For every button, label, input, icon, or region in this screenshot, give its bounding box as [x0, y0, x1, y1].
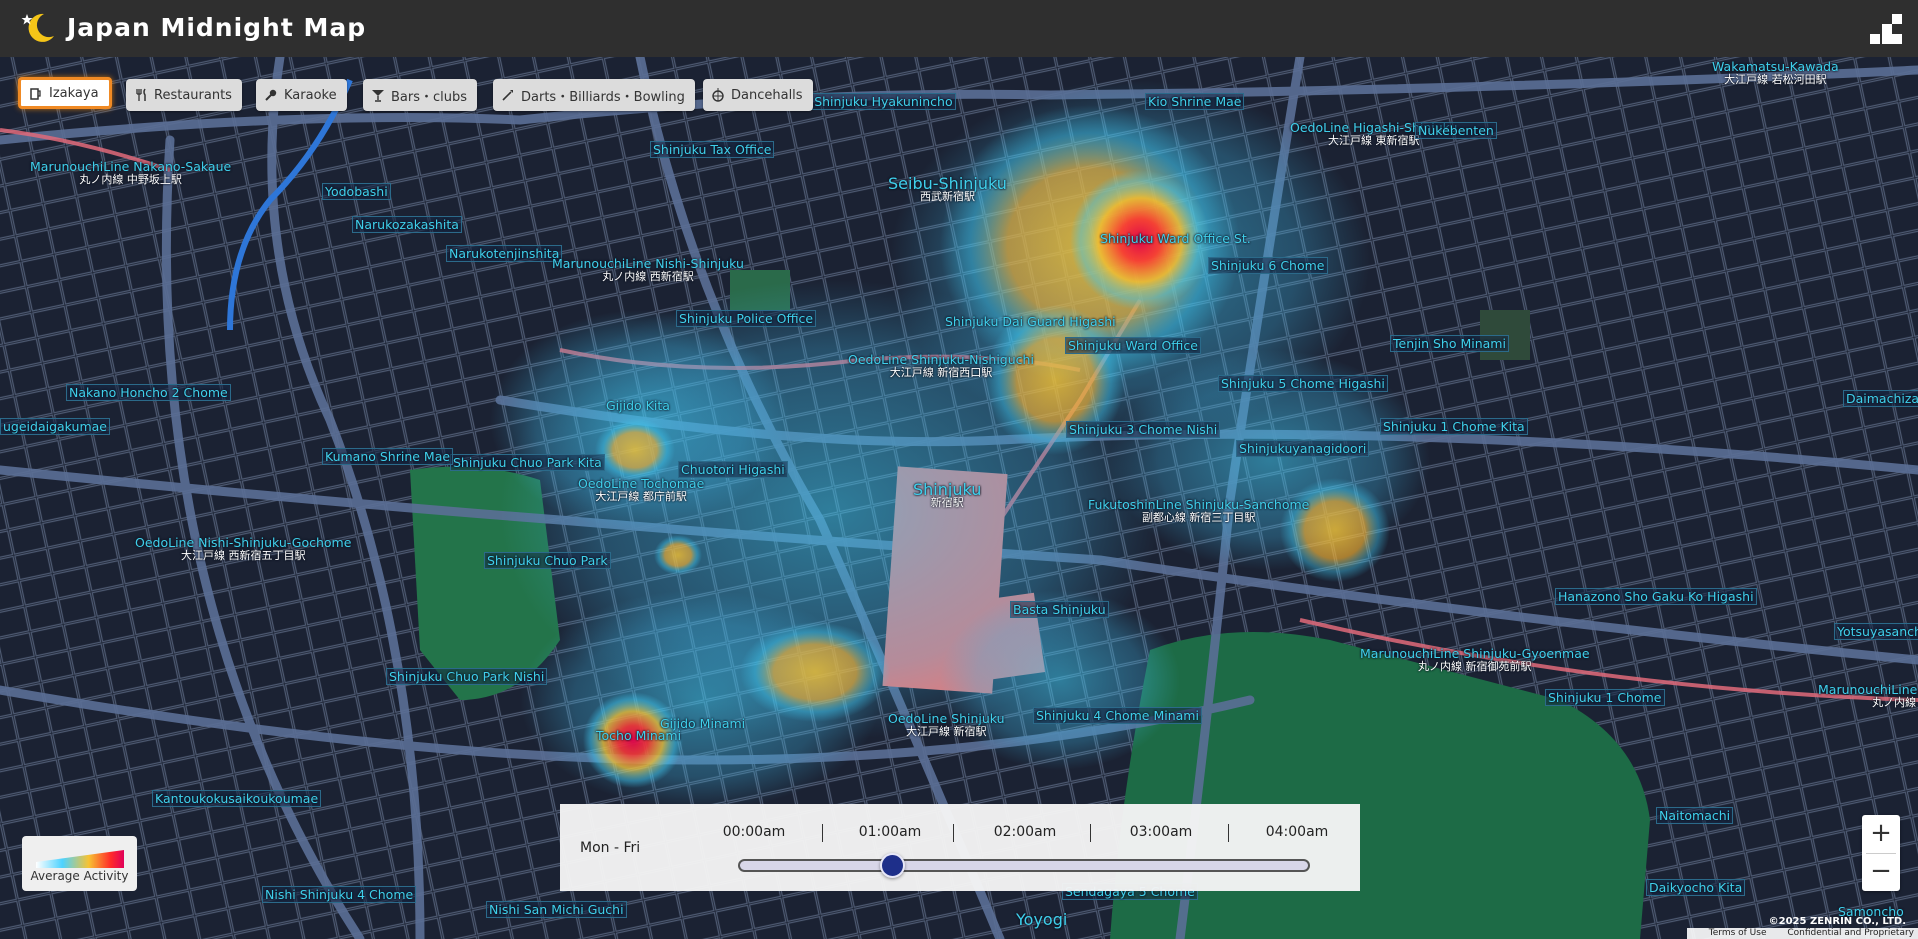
time-slider-thumb[interactable] [879, 853, 905, 878]
zoom-out-button[interactable]: − [1862, 853, 1900, 891]
time-tick: 00:00am [722, 824, 786, 840]
map-label-3-chome-nishi: Shinjuku 3 Chome Nishi [1066, 421, 1221, 438]
map-label-daimachizaka: Daimachizaka [1843, 390, 1918, 407]
map-label-ward-office: Shinjuku Ward Office [1065, 337, 1201, 354]
filter-dancehalls[interactable]: Dancehalls [703, 79, 813, 111]
filter-dancehalls-label: Dancehalls [731, 87, 803, 103]
map-label-yotsuya-sanchome: MarunouchiLine Yotsuya-Sanchome丸ノ内線 四谷三丁… [1818, 682, 1918, 709]
dart-icon [502, 90, 513, 101]
map-label-shinjuku-station: Shinjuku 新宿駅 [913, 480, 982, 510]
map-label-4-chome-minami: Shinjuku 4 Chome Minami [1033, 707, 1202, 724]
time-tick: 04:00am [1265, 824, 1329, 840]
map-label-kumano-shrine-mae: Kumano Shrine Mae [322, 448, 454, 465]
tick-separator [1228, 824, 1229, 842]
map-label-tochomae: OedoLine Tochomae 大江戸線 都庁前駅 [578, 476, 705, 503]
map-label-shinjuku-nishiguchi: OedoLine Shinjuku-Nishiguchi 大江戸線 新宿西口駅 [848, 352, 1034, 379]
menu-icon[interactable] [1868, 12, 1904, 48]
map-label-kio-shrine-mae: Kio Shrine Mae [1145, 93, 1245, 110]
time-slider-track[interactable] [738, 859, 1310, 872]
map-label-basta-shinjuku: Basta Shinjuku [1010, 601, 1109, 618]
disco-ball-icon [712, 88, 724, 102]
map-label-nishi-shinjuku-4-chome: Nishi Shinjuku 4 Chome [262, 886, 417, 903]
microphone-icon [265, 89, 277, 101]
map-label-naitomachi: Naitomachi [1656, 807, 1734, 824]
time-tick: 02:00am [993, 824, 1057, 840]
app-title: Japan Midnight Map [67, 13, 367, 42]
filter-darts-billiards-bowling[interactable]: Darts・Billiards・Bowling [493, 79, 695, 111]
map-label-shinjuku-1-chome: Shinjuku 1 Chome [1545, 689, 1665, 706]
tick-separator [822, 824, 823, 842]
map-label-1-chome-kita: Shinjuku 1 Chome Kita [1380, 418, 1528, 435]
map-label-tax-office: Shinjuku Tax Office [650, 141, 775, 158]
fork-knife-icon [136, 88, 146, 101]
map-label-oedo-shinjuku: OedoLine Shinjuku 大江戸線 新宿駅 [888, 711, 1005, 738]
filter-izakaya[interactable]: Izakaya [18, 77, 112, 109]
map-label-yotsuyasanchome: Yotsuyasanchome [1834, 623, 1918, 640]
map-label-seibu-shinjuku: Seibu-Shinjuku 西武新宿駅 [888, 174, 1007, 204]
map-label-5-chome-higashi: Shinjuku 5 Chome Higashi [1218, 375, 1388, 392]
map-label-gijido-minami: Gijido Minami [660, 716, 746, 731]
time-slider-panel: Mon - Fri 00:00am 01:00am 02:00am 03:00a… [560, 804, 1360, 891]
map-label-police-office: Shinjuku Police Office [676, 310, 817, 327]
activity-legend: Average Activity [22, 836, 137, 891]
tick-separator [1090, 824, 1091, 842]
map-label-nishi-san-michi: Nishi San Michi Guchi [486, 901, 627, 918]
beer-mug-icon [30, 88, 41, 100]
filter-izakaya-label: Izakaya [49, 85, 99, 101]
map-label-daikyocho-kita: Daikyocho Kita [1646, 879, 1746, 896]
map-label-shinjuku-6-chome: Shinjuku 6 Chome [1208, 257, 1328, 274]
map-label-nakano-sakaue: MarunouchiLine Nakano-Sakaue 丸ノ内線 中野坂上駅 [30, 159, 232, 186]
map-label-kantoukokusai: Kantoukokusaikoukoumae [152, 790, 322, 807]
filter-restaurants-label: Restaurants [154, 87, 232, 103]
map-label-wakamatsu-kawada: Wakamatsu-Kawada 大江戸線 若松河田駅 [1712, 59, 1839, 86]
map-label-chuo-park: Shinjuku Chuo Park [484, 552, 611, 569]
terms-of-use-link[interactable]: Terms of Use [1709, 928, 1767, 938]
map-label-ugeidaigakumae: ugeidaigakumae [0, 418, 110, 435]
zoom-controls: + − [1862, 815, 1900, 891]
filter-restaurants[interactable]: Restaurants [126, 79, 242, 111]
map-label-nukebenten: Nukebenten [1415, 122, 1497, 139]
filter-bars-clubs[interactable]: Bars・clubs [363, 79, 478, 111]
map-label-tenjin-sho-minami: Tenjin Sho Minami [1390, 335, 1509, 352]
map-label-shinjuku-gyoenmae: MarunouchiLine Shinjuku-Gyoenmae 丸ノ内線 新宿御… [1360, 646, 1590, 673]
confidential-text: Confidential and Proprietary [1787, 928, 1914, 938]
activity-gradient-bar [36, 850, 124, 868]
copyright-text: ©2025 ZENRIN CO., LTD. [1768, 916, 1906, 927]
map-label-ward-office-st: Shinjuku Ward Office St. [1100, 231, 1251, 246]
filter-karaoke-label: Karaoke [284, 87, 337, 103]
filter-karaoke[interactable]: Karaoke [256, 79, 347, 111]
map-label-chuotori-higashi: Chuotori Higashi [678, 461, 788, 478]
time-tick: 01:00am [858, 824, 922, 840]
map-label-shinjukuyanagidoori: Shinjukuyanagidoori [1236, 440, 1370, 457]
map-label-chuo-park-kita: Shinjuku Chuo Park Kita [450, 454, 605, 471]
app-header: Japan Midnight Map [0, 0, 1918, 57]
legend-label: Average Activity [30, 869, 129, 883]
time-tick: 03:00am [1129, 824, 1193, 840]
tick-separator [953, 824, 954, 842]
map-label-chuo-park-nishi: Shinjuku Chuo Park Nishi [386, 668, 548, 685]
map-label-hanazono: Hanazono Sho Gaku Ko Higashi [1555, 588, 1757, 605]
cocktail-glass-icon [372, 90, 384, 102]
map-label-nishi-shinjuku-gochome: OedoLine Nishi-Shinjuku-Gochome 大江戸線 西新宿五… [135, 535, 352, 562]
map-label-nishi-shinjuku: MarunouchiLine Nishi-Shinjuku 丸ノ内線 西新宿駅 [552, 256, 744, 283]
map-label-narukozakashita: Narukozakashita [352, 216, 462, 233]
map-label-dai-guard-higashi: Shinjuku Dai Guard Higashi [945, 314, 1116, 329]
map-label-yodobashi: Yodobashi [322, 183, 391, 200]
day-range-label: Mon - Fri [580, 840, 641, 856]
map-label-shinjuku-sanchome: FukutoshinLine Shinjuku-Sanchome 副都心線 新宿三… [1088, 497, 1310, 524]
filter-darts-label: Darts・Billiards・Bowling [521, 89, 685, 105]
zoom-in-button[interactable]: + [1862, 815, 1900, 853]
map-label-yoyogi: Yoyogi [1016, 910, 1068, 929]
attribution-links: Terms of Use Confidential and Proprietar… [1686, 928, 1918, 939]
map-label-narukotenjinshita: Narukotenjinshita [446, 245, 563, 262]
filter-bars-clubs-label: Bars・clubs [391, 89, 468, 105]
map-label-gijido-kita: Gijido Kita [606, 398, 670, 413]
map-label-nakano-honcho: Nakano Honcho 2 Chome [66, 384, 231, 401]
moon-star-logo-icon [21, 13, 54, 42]
